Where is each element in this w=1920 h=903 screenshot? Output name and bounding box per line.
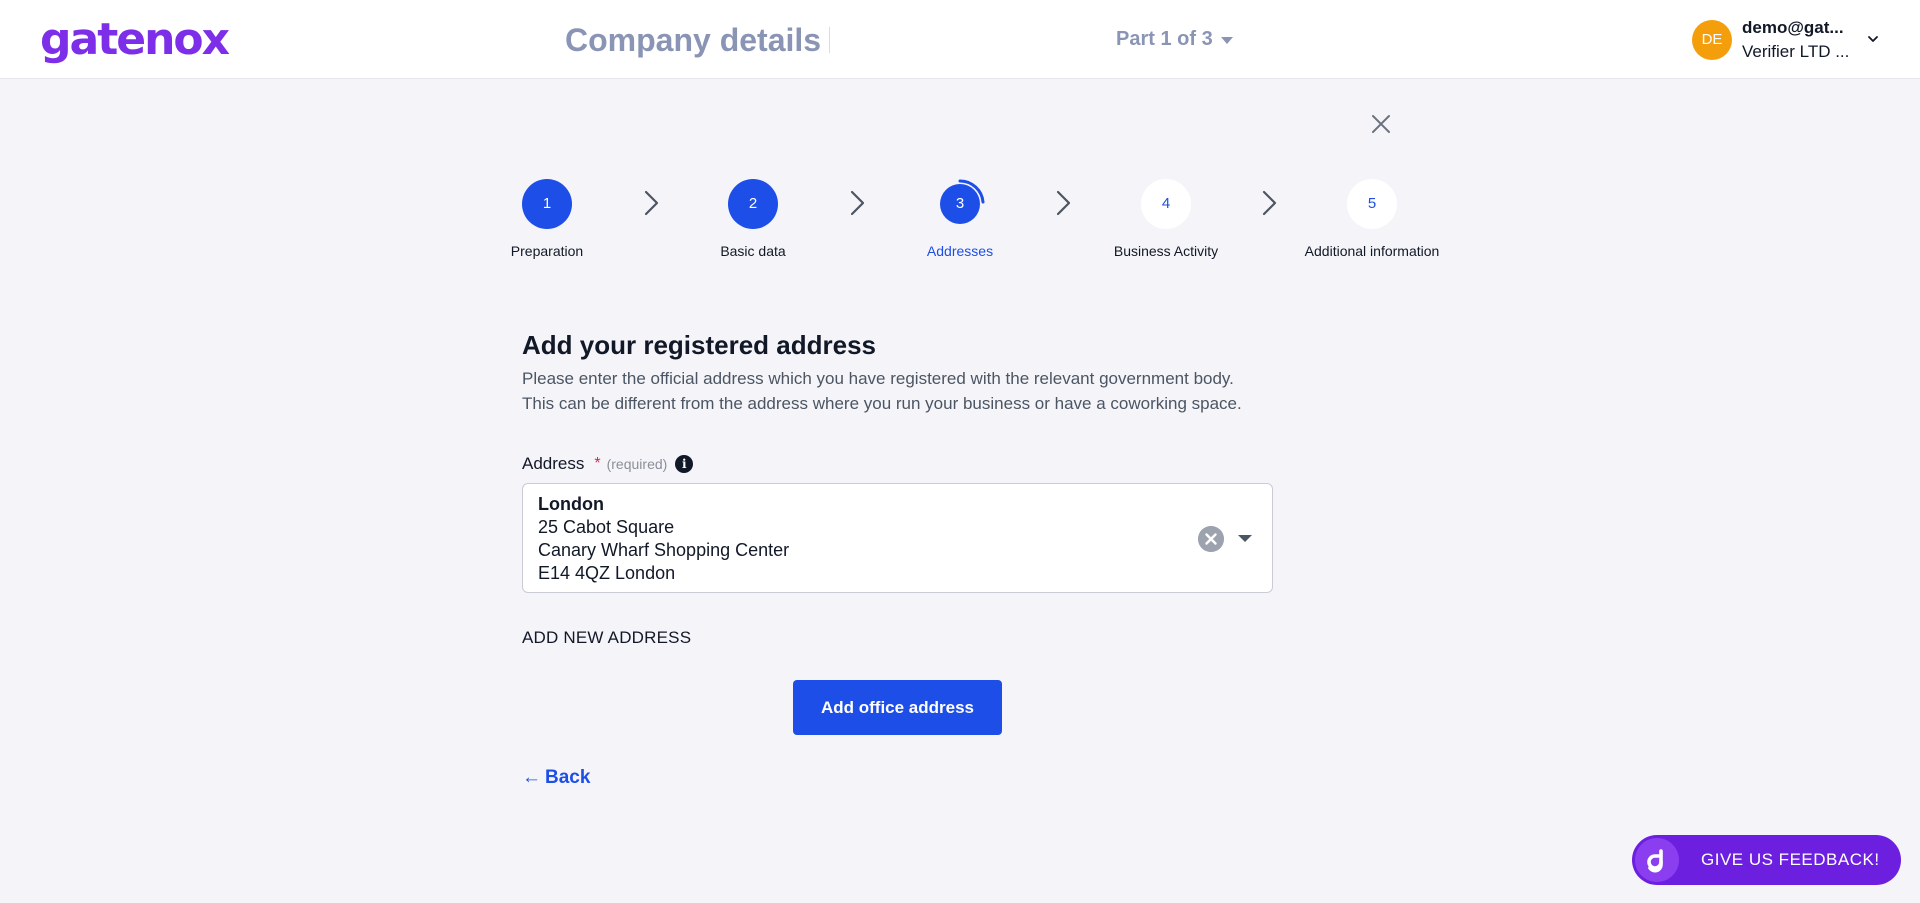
- required-text: (required): [606, 456, 668, 472]
- step-label: Addresses: [926, 243, 994, 259]
- part-selector[interactable]: Part 1 of 3: [1116, 26, 1233, 52]
- top-header: gatenox Company details Part 1 of 3 DE d…: [0, 0, 1920, 79]
- step-basic-data[interactable]: 2 Basic data: [678, 179, 828, 260]
- add-new-address-link[interactable]: ADD NEW ADDRESS: [522, 627, 691, 649]
- user-menu[interactable]: DE demo@gat... Verifier LTD ...: [1692, 18, 1892, 62]
- step-label: Basic data: [720, 243, 786, 259]
- step-circle: 5: [1347, 179, 1397, 229]
- gatenox-logo[interactable]: gatenox: [40, 14, 230, 66]
- user-organization: Verifier LTD ...: [1742, 42, 1850, 61]
- step-label: Business Activity: [1113, 243, 1219, 259]
- part-label: Part 1 of 3: [1116, 28, 1213, 50]
- back-link[interactable]: ← Back: [522, 766, 590, 790]
- avatar: DE: [1692, 20, 1732, 60]
- address-label-text: Address: [522, 454, 585, 473]
- required-star: *: [594, 455, 601, 472]
- arrow-left-icon: ←: [522, 767, 541, 788]
- step-preparation[interactable]: 1 Preparation: [472, 179, 622, 260]
- info-icon[interactable]: i: [675, 455, 694, 473]
- step-circle: 4: [1141, 179, 1191, 229]
- description-line: Please enter the official address which …: [522, 369, 1234, 388]
- page-title: Company details: [565, 22, 822, 58]
- section-title: Add your registered address: [522, 330, 876, 360]
- feedback-button[interactable]: GIVE US FEEDBACK!: [1632, 835, 1901, 885]
- chevron-down-icon: [1868, 36, 1878, 42]
- back-label: Back: [545, 767, 591, 788]
- title-divider: [829, 27, 830, 53]
- address-line: Canary Wharf Shopping Center: [538, 540, 790, 560]
- step-circle: 1: [522, 179, 572, 229]
- user-email: demo@gat...: [1742, 18, 1844, 37]
- step-business-activity[interactable]: 4 Business Activity: [1091, 179, 1241, 260]
- feedback-label: GIVE US FEEDBACK!: [1701, 850, 1880, 869]
- step-additional-information[interactable]: 5 Additional information: [1297, 179, 1447, 260]
- caret-down-icon: [1220, 36, 1233, 44]
- address-field-label: Address * (required) i: [522, 453, 694, 475]
- dropdown-caret-icon[interactable]: [1238, 535, 1252, 542]
- selected-address: London 25 Cabot Square Canary Wharf Shop…: [538, 493, 789, 585]
- step-addresses[interactable]: 3 Addresses: [885, 179, 1035, 260]
- chevron-right-icon: [1056, 190, 1071, 216]
- address-line: E14 4QZ London: [538, 563, 676, 583]
- step-circle: 3: [940, 179, 985, 224]
- step-circle: 2: [728, 179, 778, 229]
- address-line: 25 Cabot Square: [538, 517, 675, 537]
- chevron-right-icon: [644, 190, 659, 216]
- progress-arc-icon: [958, 179, 985, 204]
- chevron-right-icon: [1262, 190, 1277, 216]
- section-description: Please enter the official address which …: [522, 366, 1322, 416]
- step-label: Preparation: [510, 243, 584, 259]
- address-city: London: [538, 494, 604, 514]
- gatenox-g-icon: [1635, 838, 1679, 882]
- close-icon[interactable]: [1371, 114, 1391, 134]
- step-label: Additional information: [1304, 243, 1440, 259]
- chevron-right-icon: [850, 190, 865, 216]
- address-select[interactable]: London 25 Cabot Square Canary Wharf Shop…: [522, 483, 1273, 593]
- add-office-address-button[interactable]: Add office address: [793, 680, 1002, 735]
- description-line: This can be different from the address w…: [522, 394, 1242, 413]
- clear-icon[interactable]: [1198, 526, 1224, 552]
